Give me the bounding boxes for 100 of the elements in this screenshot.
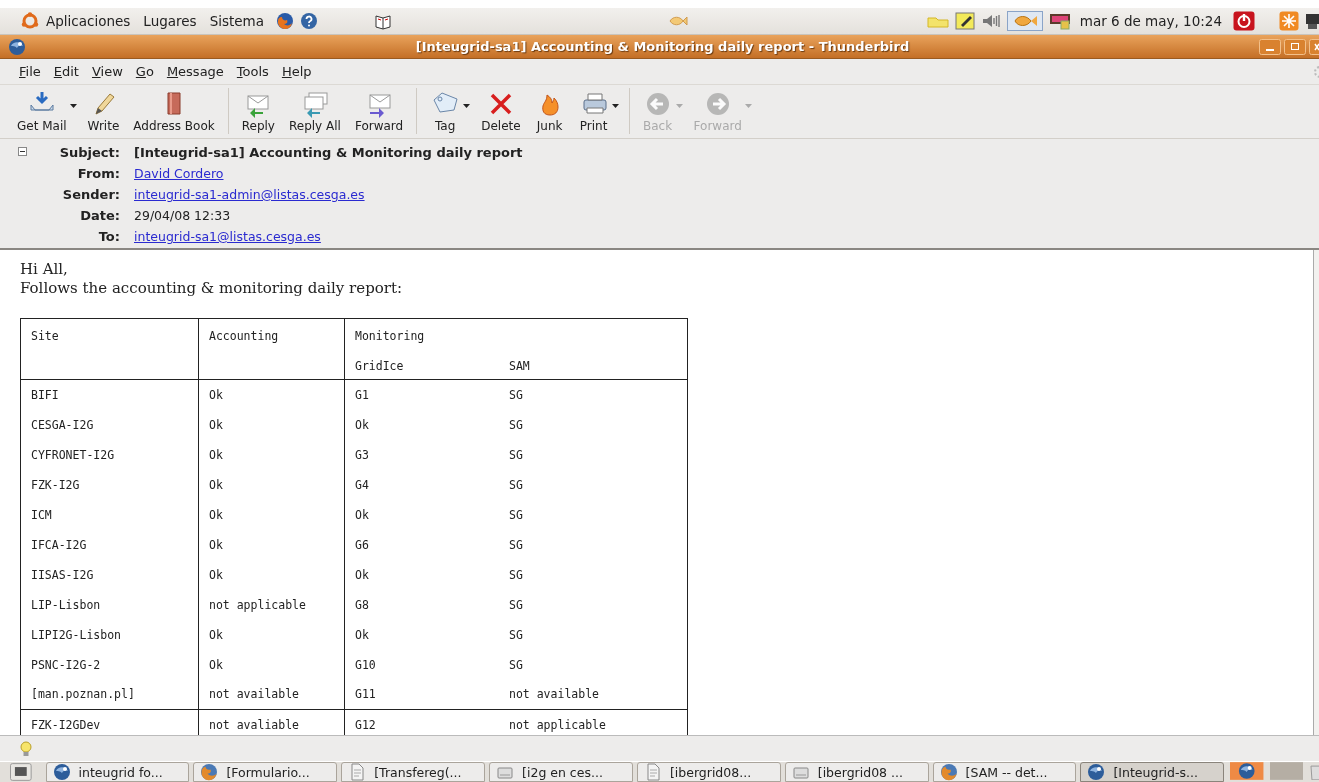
sparkle-icon[interactable]	[1279, 11, 1299, 31]
toolbar-button[interactable]: Forward	[347, 88, 411, 136]
toolbar-button[interactable]: Print	[571, 88, 616, 136]
table-cell: SG	[499, 559, 688, 590]
subject-text: [Inteugrid-sa1] Accounting & Monitoring daily report	[134, 144, 523, 161]
taskbar-button[interactable]: [SAM -- det...	[932, 762, 1077, 782]
table-cell: SG	[499, 589, 688, 620]
monitor-icon[interactable]	[1305, 12, 1319, 30]
toolbar-button[interactable]: Reply	[234, 88, 282, 136]
table-cell: SG	[499, 469, 688, 500]
table-cell: G3	[344, 439, 499, 470]
table-cell: Ok	[198, 379, 345, 410]
notes-icon[interactable]	[954, 12, 975, 30]
taskbar-button[interactable]: [ibergrid08 ...	[784, 762, 929, 782]
maximize-icon[interactable]	[1284, 38, 1306, 55]
panel-menu[interactable]: Sistema	[205, 13, 273, 29]
taskbar-button[interactable]: [Formulario...	[193, 762, 338, 782]
toolbar-button[interactable]: Get Mail	[10, 88, 74, 136]
firefox-icon[interactable]	[276, 12, 294, 30]
taskbar-button[interactable]: [ibergrid08...	[636, 762, 781, 782]
clock[interactable]: mar 6 de may, 10:24	[1079, 13, 1222, 29]
table-cell: CESGA-I2G	[20, 409, 199, 440]
menu-item[interactable]: Edit	[48, 64, 87, 79]
table-cell: IFCA-I2G	[20, 529, 199, 560]
table-cell: ICM	[20, 499, 199, 530]
email-link[interactable]: David Cordero	[134, 165, 523, 182]
table-cell: not applicable	[499, 709, 688, 735]
book-icon[interactable]	[374, 12, 392, 30]
column-header: SAM	[499, 352, 688, 380]
lightbulb-icon	[20, 740, 32, 757]
fish-icon[interactable]	[1006, 11, 1043, 31]
menu-item[interactable]: Tools	[231, 64, 277, 79]
toolbar-button[interactable]: Delete	[474, 88, 528, 136]
field-label: From:	[76, 165, 120, 182]
toolbar-button[interactable]: Tag	[423, 88, 468, 136]
menu-item[interactable]: Message	[161, 64, 232, 79]
network-icon[interactable]	[1048, 12, 1071, 30]
bird-icon	[1087, 763, 1106, 781]
bird-icon	[52, 763, 71, 781]
table-cell: IISAS-I2G	[20, 559, 199, 590]
table-cell: CYFRONET-I2G	[20, 439, 199, 470]
toolbar-button[interactable]: Write	[80, 88, 127, 136]
email-link[interactable]: inteugrid-sa1-admin@listas.cesga.es	[134, 186, 523, 203]
desktop-icon[interactable]	[10, 763, 32, 781]
globe-icon	[939, 763, 958, 781]
toolbar-button[interactable]: Reply All	[281, 88, 348, 136]
table-cell: G4	[344, 469, 499, 500]
table-cell: FZK-I2G	[20, 469, 199, 500]
caret-icon[interactable]	[611, 104, 619, 108]
menu-item[interactable]: File	[14, 64, 49, 79]
table-cell: G6	[344, 529, 499, 560]
table-cell: Ok	[344, 559, 499, 590]
email-link[interactable]: inteugrid-sa1@listas.cesga.es	[134, 228, 523, 245]
table-cell: BIFI	[20, 379, 199, 410]
taskbar-button[interactable]: [i2g en ces...	[489, 762, 633, 782]
table-cell: G10	[344, 649, 499, 680]
table-cell: not available	[499, 679, 688, 710]
table-cell: SG	[499, 619, 688, 650]
taskbar-button[interactable]: [Transfereg(...	[341, 762, 486, 782]
table-cell: [man.poznan.pl]	[20, 679, 199, 710]
menu-item[interactable]: View	[86, 64, 131, 79]
panel-menu[interactable]: Aplicaciones	[42, 13, 140, 29]
window-title: [Inteugrid-sa1] Accounting & Monitoring daily report - Thunderbird	[414, 39, 911, 54]
bird-icon[interactable]	[1230, 762, 1264, 780]
table-cell: Ok	[198, 619, 345, 650]
table-cell: SG	[499, 529, 688, 560]
caret-icon[interactable]	[463, 104, 471, 108]
taskbar-button[interactable]: inteugrid fo...	[45, 762, 190, 782]
field-label: Sender:	[61, 186, 120, 203]
caret-icon[interactable]	[69, 104, 77, 108]
table-cell: Ok	[198, 469, 345, 500]
speaker-icon[interactable]	[980, 13, 1001, 29]
minimize-icon[interactable]	[1259, 38, 1281, 55]
table-cell: SG	[499, 649, 688, 680]
table-cell: Ok	[198, 409, 345, 440]
table-cell: SG	[499, 409, 688, 440]
toolbar-button[interactable]: Junk	[527, 88, 572, 136]
table-cell: Ok	[198, 499, 345, 530]
menu-item[interactable]: Help	[276, 64, 320, 79]
table-cell: Ok	[198, 559, 345, 590]
column-header: Accounting	[198, 318, 345, 380]
menu-item[interactable]: Go	[130, 64, 162, 79]
taskbar-button[interactable]: [Inteugrid-s...	[1080, 762, 1225, 782]
fish-icon[interactable]	[668, 14, 688, 28]
table-cell: SG	[499, 499, 688, 530]
help-icon[interactable]	[300, 12, 318, 30]
collapse-icon[interactable]	[18, 147, 27, 156]
panel-menu[interactable]: Lugares	[139, 13, 206, 29]
toolbar-button[interactable]: Address Book	[126, 88, 222, 136]
power-icon[interactable]	[1233, 11, 1255, 31]
table-cell: Ok	[198, 649, 345, 680]
ubuntu-logo-icon[interactable]	[21, 12, 39, 30]
table-cell: G11	[344, 679, 499, 710]
table-cell: LIPI2G-Lisbon	[20, 619, 199, 650]
table-cell: not applicable	[198, 589, 345, 620]
table-cell: Ok	[198, 439, 345, 470]
table-cell: not available	[198, 679, 345, 710]
close-icon[interactable]	[1309, 38, 1319, 55]
table-cell: G8	[344, 589, 499, 620]
table-cell: Ok	[344, 619, 499, 650]
